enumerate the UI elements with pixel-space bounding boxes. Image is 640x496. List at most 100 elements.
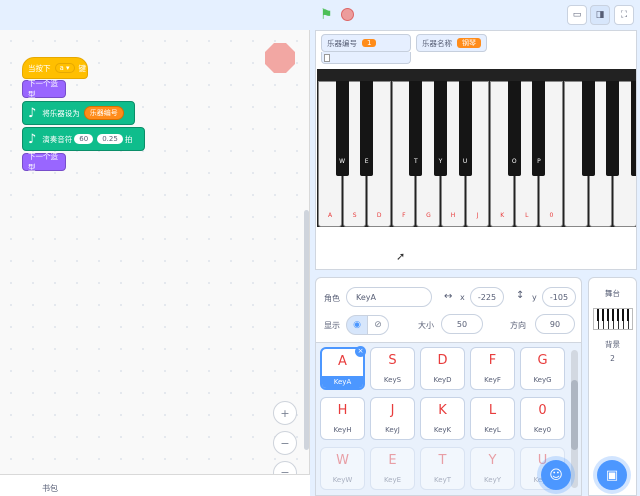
sprite-tile[interactable]: D KeyD — [420, 347, 465, 390]
sprite-thumbnail-letter: W — [336, 453, 349, 468]
sprite-tile[interactable]: W KeyW — [320, 447, 365, 490]
music-note-icon: ♪ — [28, 105, 37, 121]
choose-backdrop-button[interactable]: ▣ — [597, 460, 627, 490]
white-key-label: G — [426, 212, 431, 219]
image-add-icon: ▣ — [605, 467, 619, 483]
note-input[interactable]: 60 — [74, 134, 94, 144]
monitor-value: 1 — [362, 39, 377, 47]
sprite-tile[interactable]: 0 Key0 — [520, 397, 565, 440]
eye-slash-icon: ⊘ — [374, 320, 382, 330]
y-input[interactable]: -105 — [542, 287, 576, 307]
sprite-thumbnail-letter: 0 — [538, 403, 547, 418]
sprite-tile[interactable]: A KeyA × — [320, 346, 366, 390]
black-key-label: W — [339, 158, 346, 165]
black-key-label: Y — [438, 158, 443, 165]
white-key-label: S — [352, 212, 357, 219]
zoom-in-button[interactable]: + — [273, 401, 297, 425]
large-stage-icon: ◨ — [595, 10, 605, 20]
eye-icon: ◉ — [353, 320, 361, 330]
show-sprite-button[interactable]: ◉ — [346, 315, 368, 335]
slider-handle[interactable] — [324, 54, 330, 62]
white-key-label: J — [476, 212, 479, 219]
backdrop-thumbnail — [593, 308, 633, 330]
delete-sprite-icon[interactable]: × — [355, 346, 366, 357]
x-arrow-icon: ↔ — [444, 291, 453, 302]
stage-header: ⚑ ▭ ◨ ⛶ — [310, 0, 640, 30]
green-flag-icon[interactable]: ⚑ — [320, 7, 333, 23]
white-key-label: K — [500, 212, 505, 219]
piano-black-key — [630, 81, 636, 176]
sprite-name: KeyD — [433, 376, 452, 384]
sprite-thumbnail-letter: S — [388, 353, 397, 368]
scrollbar-thumb[interactable] — [571, 380, 578, 450]
set-instrument-label: 将乐器设为 — [42, 108, 80, 118]
sprite-name: KeyT — [434, 476, 451, 484]
sprite-name: KeyS — [383, 376, 402, 384]
size-input[interactable]: 50 — [441, 314, 483, 334]
y-arrow-icon: ↕ — [516, 290, 525, 301]
sprite-tile[interactable]: K KeyK — [420, 397, 465, 440]
sprite-tile[interactable]: H KeyH — [320, 397, 365, 440]
next-costume-label: 下一个造型 — [28, 79, 58, 99]
sprite-tile[interactable]: Y KeyY — [470, 447, 515, 490]
event-suffix: 键 — [78, 63, 87, 73]
choose-sprite-button[interactable]: ☺ — [541, 460, 571, 490]
sprite-name-input[interactable]: KeyA — [346, 287, 432, 307]
piano-black-key — [606, 81, 620, 176]
piano-black-key — [581, 81, 595, 176]
y-label: y — [532, 293, 537, 302]
size-label: 大小 — [418, 321, 434, 330]
sprite-tile[interactable]: J KeyJ — [370, 397, 415, 440]
sprite-name: KeyF — [484, 376, 501, 384]
play-note-label: 演奏音符 — [42, 134, 73, 144]
backdrop-count: 2 — [610, 354, 615, 363]
black-key-label: T — [414, 158, 418, 165]
play-note-block[interactable]: ♪ 演奏音符 60 0.25 拍 — [22, 127, 145, 151]
white-key-label: L — [525, 212, 529, 219]
backpack-label: 书包 — [42, 484, 58, 493]
white-key-label: A — [327, 212, 333, 219]
sprite-thumbnail-letter: H — [337, 403, 348, 418]
sprite-thumbnail-letter: D — [437, 353, 448, 368]
fullscreen-button[interactable]: ⛶ — [614, 5, 634, 25]
sprite-tile[interactable]: T KeyT — [420, 447, 465, 490]
backpack[interactable]: 书包 — [0, 474, 310, 496]
hide-sprite-button[interactable]: ⊘ — [367, 315, 389, 335]
next-costume-block[interactable]: 下一个造型 — [22, 152, 66, 172]
code-scrollbar[interactable] — [304, 210, 309, 450]
key-dropdown[interactable]: a ▾ — [54, 63, 75, 73]
sprite-thumbnail-letter: Y — [488, 453, 497, 468]
sprite-name: KeyK — [433, 426, 452, 434]
white-key-label: 0 — [549, 212, 554, 219]
white-key-label: H — [450, 212, 456, 219]
next-costume-block[interactable]: 下一个造型 — [22, 79, 66, 99]
beats-input[interactable]: 0.25 — [97, 134, 123, 144]
stage-canvas[interactable]: 乐器编号 1 乐器名称 钢琴 W E T Y U O P A S D F G H J K L 0 — [315, 30, 637, 270]
sprite-name: KeyY — [484, 476, 501, 484]
sprite-thumbnail-letter: F — [488, 353, 497, 368]
sprite-thumbnail-letter: J — [390, 403, 395, 418]
small-stage-button[interactable]: ▭ — [567, 5, 587, 25]
sprite-name: KeyL — [484, 426, 501, 434]
instrument-name-monitor: 乐器名称 钢琴 — [416, 34, 487, 52]
x-input[interactable]: -225 — [470, 287, 504, 307]
direction-input[interactable]: 90 — [535, 314, 575, 334]
sprite-tile[interactable]: F KeyF — [470, 347, 515, 390]
event-prefix: 当按下 — [28, 63, 51, 73]
sprite-tile[interactable]: G KeyG — [520, 347, 565, 390]
zoom-out-button[interactable]: − — [273, 431, 297, 455]
instrument-id-slider[interactable] — [321, 52, 411, 64]
sprite-tile[interactable]: E KeyE — [370, 447, 415, 490]
sprite-tile[interactable]: S KeyS — [370, 347, 415, 390]
sprite-tile[interactable]: L KeyL — [470, 397, 515, 440]
stop-button[interactable] — [341, 8, 354, 21]
instrument-variable-reporter[interactable]: 乐器编号 — [83, 106, 124, 120]
sprite-list-scrollbar[interactable] — [571, 350, 578, 488]
large-stage-button[interactable]: ◨ — [590, 5, 610, 25]
set-instrument-block[interactable]: ♪ 将乐器设为 乐器编号 — [22, 101, 135, 125]
black-key-label: U — [462, 158, 468, 165]
when-key-pressed-block[interactable]: 当按下 a ▾ 键 — [22, 57, 88, 79]
white-key-label: D — [376, 212, 382, 219]
black-key-label: O — [511, 158, 517, 165]
sprite-name: KeyG — [533, 376, 552, 384]
